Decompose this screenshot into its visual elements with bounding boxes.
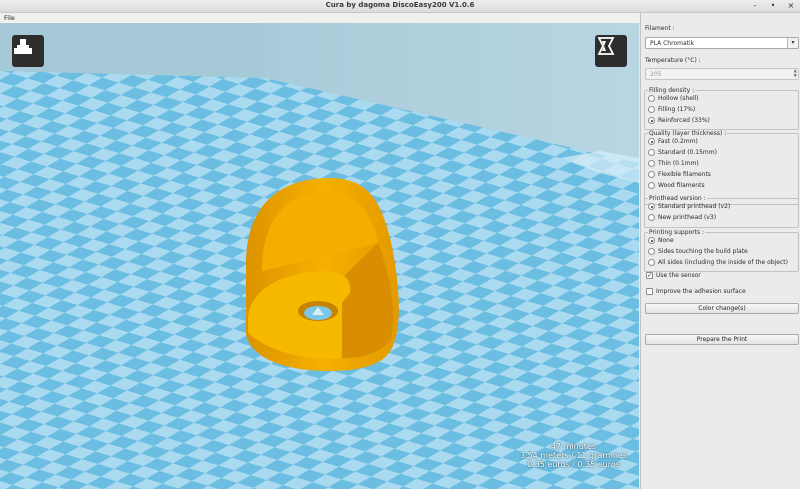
filling-option-filling[interactable]: Filling (17%): [648, 106, 695, 113]
print-estimate: 47 minutes 3.54 meters / 11 grammes 0.35…: [520, 442, 627, 469]
3d-model[interactable]: [246, 178, 399, 371]
radio-button-selected[interactable]: [648, 117, 655, 124]
scene-drawing: [0, 23, 639, 489]
color-change-button[interactable]: Color change(s): [645, 303, 799, 314]
view-mode-icon: [597, 37, 615, 55]
filling-density-group: Filling density : Hollow (shell) Filling…: [644, 87, 799, 130]
radio-button[interactable]: [648, 214, 655, 221]
printhead-group: Printhead version : Standard printhead (…: [644, 195, 799, 228]
supports-option-all[interactable]: All sides (including the inside of the o…: [648, 259, 788, 266]
filling-option-hollow[interactable]: Hollow (shell): [648, 95, 699, 102]
checkbox-checked[interactable]: ✓: [646, 272, 653, 279]
view-mode-button[interactable]: [595, 35, 627, 67]
spin-arrows-icon[interactable]: ▲ ▼: [794, 69, 797, 79]
window-controls: - • ×: [750, 1, 796, 10]
supports-group: Printing supports : None Sides touching …: [644, 229, 799, 272]
filling-option-reinforced[interactable]: Reinforced (33%): [648, 117, 710, 124]
print-time: 47 minutes: [550, 442, 597, 451]
radio-button-selected[interactable]: [648, 237, 655, 244]
printhead-option-v2[interactable]: Standard printhead (v2): [648, 203, 730, 210]
filling-density-title: Filling density :: [648, 87, 696, 94]
menu-file[interactable]: File: [4, 14, 15, 22]
quality-option-fast[interactable]: Fast (0.2mm): [648, 138, 698, 145]
radio-button[interactable]: [648, 259, 655, 266]
radio-button[interactable]: [648, 149, 655, 156]
supports-option-none[interactable]: None: [648, 237, 674, 244]
quality-option-wood[interactable]: Wood filaments: [648, 182, 705, 189]
filament-usage: 3.54 meters / 11 grammes: [519, 451, 627, 460]
adhesion-option[interactable]: Improve the adhesion surface: [646, 288, 746, 295]
menu-bar: File: [0, 13, 640, 23]
close-button[interactable]: ×: [786, 1, 796, 10]
load-model-button[interactable]: [12, 35, 44, 67]
radio-button[interactable]: [648, 160, 655, 167]
radio-button-selected[interactable]: [648, 138, 655, 145]
3d-viewport[interactable]: 47 minutes 3.54 meters / 11 grammes 0.35…: [0, 23, 639, 489]
print-cost: 0.35 euros / 0.35 euros: [527, 460, 620, 469]
settings-sidebar: Filament : PLA Chromatik ▾ Temperature (…: [640, 13, 800, 489]
quality-option-flexible[interactable]: Flexible filaments: [648, 171, 711, 178]
radio-button[interactable]: [648, 95, 655, 102]
quality-option-thin[interactable]: Thin (0.1mm): [648, 160, 699, 167]
checkbox[interactable]: [646, 288, 653, 295]
temperature-label: Temperature (°C) :: [645, 57, 701, 64]
radio-button[interactable]: [648, 171, 655, 178]
filament-value: PLA Chromatik: [650, 40, 695, 47]
quality-title: Quality (layer thickness) :: [648, 130, 728, 137]
chevron-down-icon[interactable]: ▾: [787, 38, 798, 48]
filament-select[interactable]: PLA Chromatik ▾: [645, 37, 799, 49]
temperature-value: 205: [650, 71, 662, 78]
prepare-print-button[interactable]: Prepare the Print: [645, 334, 799, 345]
printhead-title: Printhead version :: [648, 195, 707, 202]
window-title: Cura by dagoma DiscoEasy200 V1.0.6: [325, 1, 475, 9]
printhead-option-v3[interactable]: New printhead (v3): [648, 214, 716, 221]
temperature-spinbox[interactable]: 205 ▲ ▼: [645, 68, 799, 80]
minimize-button[interactable]: -: [750, 1, 760, 10]
quality-option-standard[interactable]: Standard (0.15mm): [648, 149, 717, 156]
use-sensor-option[interactable]: ✓ Use the sensor: [646, 272, 701, 279]
window-titlebar: Cura by dagoma DiscoEasy200 V1.0.6 - • ×: [0, 0, 800, 13]
radio-button[interactable]: [648, 182, 655, 189]
radio-button[interactable]: [648, 248, 655, 255]
supports-title: Printing supports :: [648, 229, 706, 236]
radio-button[interactable]: [648, 106, 655, 113]
load-model-icon: [14, 39, 32, 54]
maximize-button[interactable]: •: [768, 1, 778, 10]
filament-label: Filament :: [645, 25, 675, 32]
radio-button-selected[interactable]: [648, 203, 655, 210]
supports-option-sides[interactable]: Sides touching the build plate: [648, 248, 748, 255]
